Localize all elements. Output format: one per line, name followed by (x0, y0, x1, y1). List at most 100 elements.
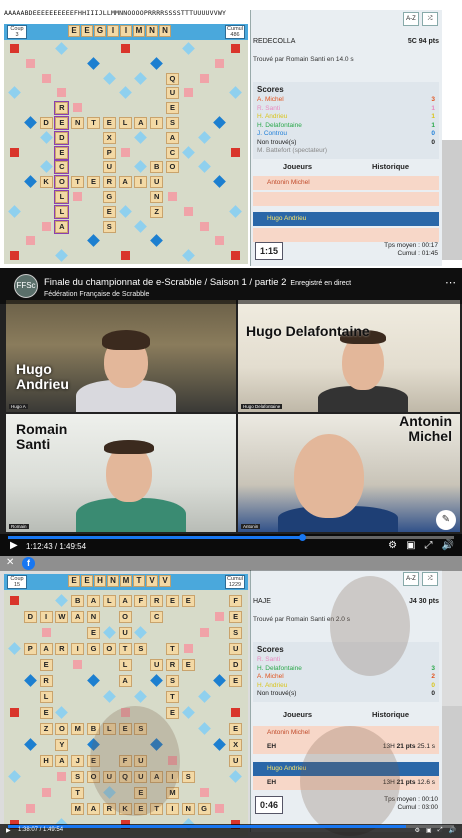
board-cell[interactable] (133, 130, 149, 146)
board-cell[interactable] (212, 42, 228, 57)
board-cell[interactable]: D (228, 658, 244, 674)
board-cell[interactable] (181, 234, 197, 249)
board-cell[interactable]: F (118, 754, 134, 770)
board-cell[interactable] (165, 175, 181, 190)
board-cell[interactable]: M (70, 722, 86, 738)
board-cell[interactable] (70, 626, 86, 642)
board-cell[interactable] (197, 116, 213, 131)
board-cell[interactable] (86, 86, 102, 101)
board-cell[interactable] (54, 674, 70, 690)
board-cell[interactable] (228, 86, 244, 101)
video-player[interactable]: FFSc Finale du championnat de e-Scrabble… (0, 268, 462, 556)
board-cell[interactable]: O (165, 160, 181, 175)
rack-tile[interactable]: E (81, 25, 93, 37)
progress-bar[interactable] (8, 825, 454, 828)
board-cell[interactable] (23, 116, 39, 131)
board-cell[interactable]: I (149, 116, 165, 131)
board-cell[interactable] (181, 610, 197, 626)
board-cell[interactable] (212, 131, 228, 146)
board-cell[interactable] (7, 86, 23, 101)
board-cell[interactable] (39, 802, 55, 818)
board-cell[interactable]: U (133, 754, 149, 770)
board-cell[interactable]: A (118, 674, 134, 690)
board-cell[interactable] (23, 72, 39, 87)
board-cell[interactable] (23, 722, 39, 738)
board-cell[interactable] (212, 626, 228, 642)
board-cell[interactable] (86, 146, 102, 161)
rack-tile[interactable]: E (68, 25, 80, 37)
board-cell[interactable]: U (228, 642, 244, 658)
board-cell[interactable]: Z (39, 722, 55, 738)
board-cell[interactable] (165, 722, 181, 738)
board-cell[interactable] (228, 786, 244, 802)
board-cell[interactable] (23, 658, 39, 674)
rack-tile[interactable]: N (146, 25, 158, 37)
board-cell[interactable] (212, 190, 228, 205)
board-cell[interactable] (70, 220, 86, 235)
board-cell[interactable] (197, 706, 213, 722)
board-cell[interactable]: A (118, 594, 134, 610)
board-cell[interactable] (7, 101, 23, 116)
board-cell[interactable] (181, 160, 197, 175)
board-cell[interactable]: A (149, 770, 165, 786)
board-cell[interactable] (133, 658, 149, 674)
board-cell[interactable] (165, 754, 181, 770)
board-cell[interactable] (181, 145, 197, 161)
board-cell[interactable]: L (102, 594, 118, 610)
board-cell[interactable] (197, 160, 213, 175)
board-cell[interactable]: Y (54, 738, 70, 754)
board-cell[interactable] (86, 658, 102, 674)
board-cell[interactable]: G (86, 642, 102, 658)
board-cell[interactable] (149, 234, 165, 249)
channel-logo[interactable]: FFSc (14, 274, 38, 298)
board-cell[interactable] (212, 642, 228, 658)
board-cell[interactable]: R (39, 674, 55, 690)
board-cell[interactable]: E (165, 101, 181, 116)
board-cell[interactable] (7, 146, 23, 161)
board-cell[interactable] (23, 42, 39, 57)
settings-icon[interactable]: ⚙ (415, 827, 420, 834)
board-cell[interactable] (149, 249, 165, 264)
edit-icon[interactable]: ✎ (436, 510, 456, 530)
settings-icon[interactable]: ⚙ (388, 540, 397, 551)
board-cell[interactable] (133, 101, 149, 116)
board-cell[interactable] (70, 658, 86, 674)
board-cell[interactable] (165, 42, 181, 57)
board-cell[interactable] (197, 57, 213, 72)
board-cell[interactable] (197, 249, 213, 264)
board-cell[interactable] (149, 56, 165, 72)
board-cell[interactable] (86, 101, 102, 116)
board-cell[interactable]: S (165, 674, 181, 690)
board-cell[interactable]: U (228, 754, 244, 770)
board-cell[interactable]: R (149, 594, 165, 610)
board-cell[interactable]: N (149, 190, 165, 205)
board-cell[interactable]: T (70, 786, 86, 802)
board-cell[interactable] (165, 738, 181, 754)
board-cell[interactable] (39, 130, 55, 146)
board-cell[interactable] (7, 738, 23, 754)
board-cell[interactable] (23, 146, 39, 161)
board-cell[interactable] (149, 674, 165, 690)
board-cell[interactable] (181, 190, 197, 205)
player-row[interactable]: Antonin Michel (253, 176, 439, 190)
board-cell[interactable] (23, 802, 39, 818)
board-cell[interactable]: T (118, 642, 134, 658)
board-cell[interactable]: S (133, 722, 149, 738)
board-cell[interactable] (165, 205, 181, 220)
play-icon[interactable]: ▶ (10, 540, 18, 551)
board-cell[interactable] (133, 610, 149, 626)
board-cell[interactable] (228, 101, 244, 116)
board-cell[interactable] (7, 57, 23, 72)
board-cell[interactable]: D (54, 131, 70, 146)
board-cell[interactable] (165, 249, 181, 264)
board-cell[interactable] (7, 674, 23, 690)
board-cell[interactable] (23, 770, 39, 786)
board-cell[interactable]: E (86, 175, 102, 190)
board-cell[interactable] (133, 160, 149, 175)
board-cell[interactable]: G (197, 802, 213, 818)
board-cell[interactable]: L (39, 690, 55, 706)
board-cell[interactable] (70, 146, 86, 161)
progress-knob[interactable] (299, 534, 307, 541)
board-cell[interactable]: B (86, 722, 102, 738)
board-cell[interactable]: I (133, 175, 149, 190)
